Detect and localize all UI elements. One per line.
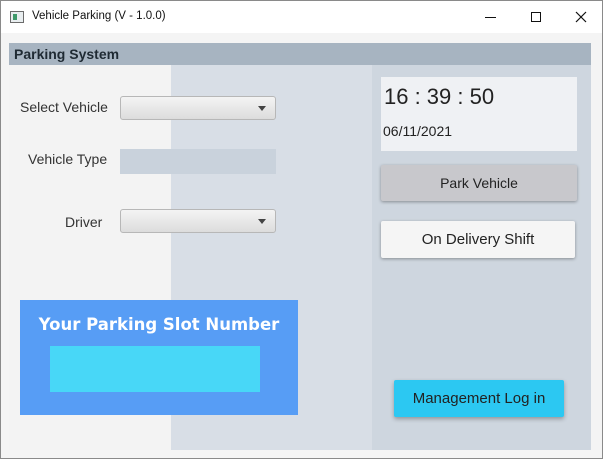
minimize-icon [484,16,496,18]
minimize-button[interactable] [467,1,513,33]
close-button[interactable] [558,1,604,33]
parking-slot-panel: Your Parking Slot Number [20,300,298,415]
chevron-down-icon [258,106,266,111]
parking-slot-number [50,346,260,392]
select-vehicle-combobox[interactable] [120,96,276,120]
maximize-icon [531,12,541,22]
chevron-down-icon [258,219,266,224]
window-title: Vehicle Parking (V - 1.0.0) [32,10,166,22]
on-delivery-shift-button[interactable]: On Delivery Shift [381,221,575,258]
clock-time: 16 : 39 : 50 [384,84,495,109]
parking-slot-title: Your Parking Slot Number [38,315,280,334]
header-bar: Parking System [9,43,591,65]
vehicle-type-label: Vehicle Type [28,151,108,167]
driver-combobox[interactable] [120,209,276,233]
clock-date: 06/11/2021 [383,123,453,139]
clock-panel: 16 : 39 : 50 06/11/2021 [381,77,577,151]
close-icon [575,11,587,23]
maximize-button[interactable] [513,1,559,33]
vehicle-type-field [120,149,276,174]
header-title: Parking System [14,46,120,62]
title-bar[interactable]: Vehicle Parking (V - 1.0.0) [1,1,602,33]
driver-label: Driver [65,214,103,230]
select-vehicle-label: Select Vehicle [20,99,108,115]
app-icon [10,11,24,23]
park-vehicle-button[interactable]: Park Vehicle [381,165,577,201]
management-login-button[interactable]: Management Log in [394,380,564,417]
